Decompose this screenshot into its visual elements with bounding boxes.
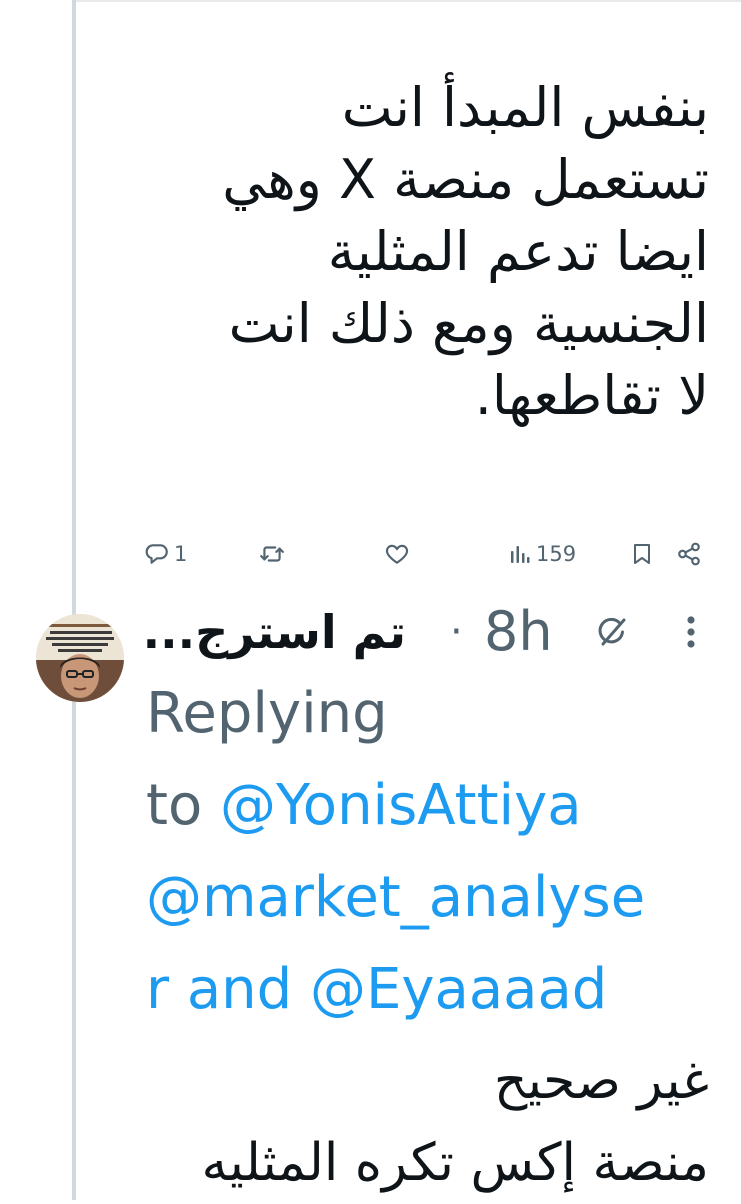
grok-icon[interactable]	[594, 614, 630, 654]
views-button[interactable]: 159	[508, 536, 576, 572]
reply-count: 1	[174, 542, 188, 566]
bookmark-icon	[630, 541, 654, 567]
top-divider	[76, 0, 741, 2]
mention-link-continued[interactable]: r	[146, 957, 169, 1022]
repost-button[interactable]	[258, 536, 286, 572]
timestamp[interactable]: 8h	[484, 600, 553, 664]
tweet-line: الجنسية ومع ذلك انت	[228, 292, 709, 355]
tweet-line: لا تقاطعها.	[474, 364, 709, 427]
separator-dot: ·	[450, 609, 463, 655]
avatar[interactable]	[36, 614, 124, 702]
bookmark-button[interactable]	[630, 536, 654, 572]
author-name[interactable]: تم استرج...	[143, 600, 406, 664]
like-button[interactable]	[383, 536, 411, 572]
more-icon[interactable]	[684, 614, 698, 654]
views-count: 159	[536, 542, 577, 566]
replying-to-label: to	[146, 773, 203, 838]
reply-button[interactable]: 1	[144, 536, 187, 572]
mention-link[interactable]: @YonisAttiya	[220, 773, 582, 838]
reply-line: منصة إكس تكره المثليه	[201, 1133, 709, 1193]
mention-link[interactable]: @market_analyse	[146, 865, 645, 930]
share-button[interactable]	[676, 536, 702, 572]
reply-text: غير صحيح منصة إكس تكره المثليه	[149, 1040, 709, 1204]
tweet-line: ايضا تدعم المثلية	[327, 220, 709, 283]
thread-line	[72, 0, 76, 1200]
reply-line: غير صحيح	[493, 1051, 709, 1111]
share-icon	[676, 541, 702, 567]
and-label: and	[186, 957, 293, 1022]
mention-link[interactable]: @Eyaaaad	[310, 957, 607, 1022]
replying-to: Replying to @YonisAttiya @market_analyse…	[146, 668, 726, 1036]
views-icon	[508, 542, 532, 566]
tweet-line: بنفس المبدأ انت	[341, 76, 709, 139]
avatar-photo	[36, 614, 124, 702]
replying-prefix: Replying	[146, 681, 388, 746]
reply-header: تم استرج... · 8h	[143, 600, 706, 664]
repost-icon	[258, 541, 286, 567]
heart-icon	[383, 541, 411, 567]
reply-icon	[144, 541, 170, 567]
tweet-line: تستعمل منصة X وهي	[222, 148, 709, 211]
tweet-text: بنفس المبدأ انت تستعمل منصة X وهي ايضا ت…	[149, 72, 709, 432]
